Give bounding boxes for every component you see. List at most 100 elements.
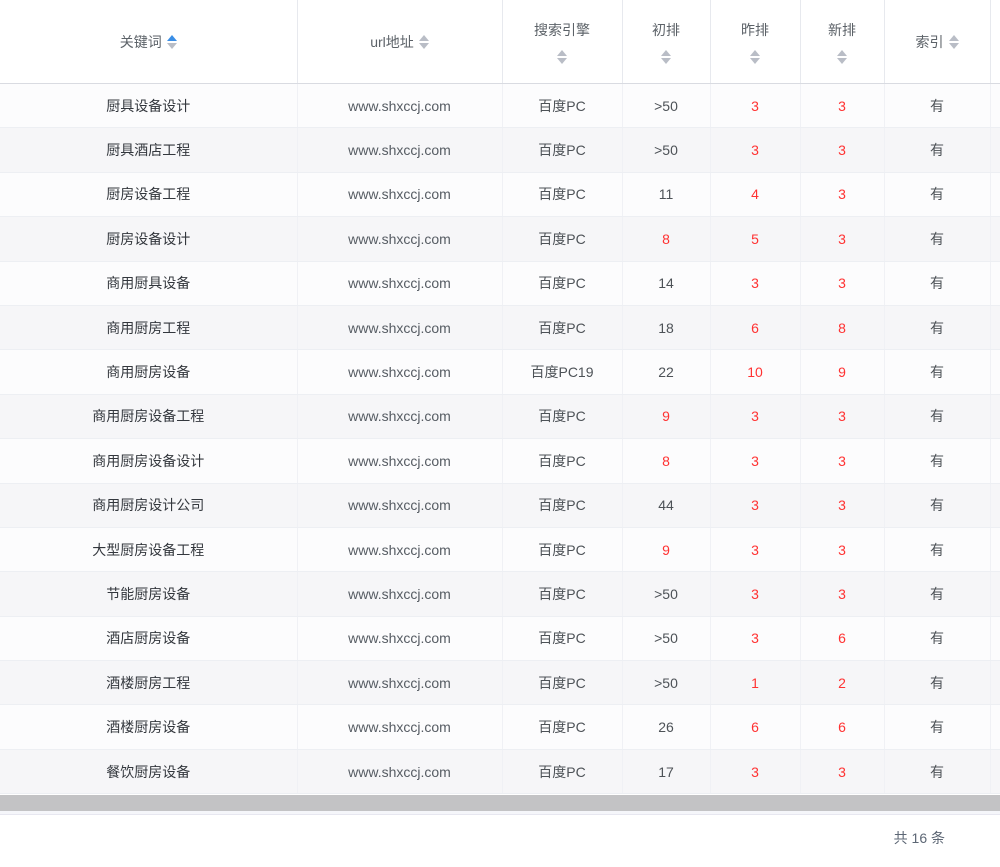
horizontal-scrollbar[interactable]: [0, 795, 1000, 811]
table-row: 厨具设备设计 www.shxccj.com 百度PC >50 3 3 有: [0, 84, 1000, 128]
cell-initial-rank: 8: [622, 217, 710, 261]
cell-url: www.shxccj.com: [297, 616, 502, 660]
cell-search-engine: 百度PC: [502, 527, 622, 571]
column-header-new-rank[interactable]: 新排: [800, 0, 884, 84]
sort-caret-icon: [419, 35, 429, 49]
cell-keyword: 商用厨房设计公司: [0, 483, 297, 527]
cell-keyword: 商用厨房设备设计: [0, 439, 297, 483]
cell-index-status: 有: [884, 705, 990, 749]
cell-keyword: 厨具酒店工程: [0, 128, 297, 172]
cell-search-engine: 百度PC19: [502, 350, 622, 394]
cell-search-engine: 百度PC: [502, 217, 622, 261]
cell-keyword: 餐饮厨房设备: [0, 749, 297, 793]
cell-yesterday-rank: 1: [710, 661, 800, 705]
cell-initial-rank: 44: [622, 483, 710, 527]
cell-search-engine: 百度PC: [502, 483, 622, 527]
cell-keyword: 酒店厨房设备: [0, 616, 297, 660]
keyword-rank-table: 关键词 url地址 搜索引擎: [0, 0, 1000, 794]
column-header-new-rank-label: 新排: [828, 20, 856, 40]
cell-index-status: 有: [884, 261, 990, 305]
cell-yesterday-rank: 6: [710, 305, 800, 349]
cell-index-status: 有: [884, 172, 990, 216]
table-row: 厨房设备工程 www.shxccj.com 百度PC 11 4 3 有: [0, 172, 1000, 216]
cell-url: www.shxccj.com: [297, 84, 502, 128]
cell-keyword: 商用厨房工程: [0, 305, 297, 349]
table-row: 商用厨房设计公司 www.shxccj.com 百度PC 44 3 3 有: [0, 483, 1000, 527]
cell-search-engine: 百度PC: [502, 705, 622, 749]
cell-initial-rank: 14: [622, 261, 710, 305]
cell-index-status: 有: [884, 572, 990, 616]
cell-keyword: 酒楼厨房工程: [0, 661, 297, 705]
cell-new-rank: 3: [800, 261, 884, 305]
cell-new-rank: 3: [800, 483, 884, 527]
row-overflow-cell: [990, 84, 1000, 128]
cell-new-rank: 6: [800, 705, 884, 749]
row-overflow-cell: [990, 394, 1000, 438]
row-overflow-cell: [990, 128, 1000, 172]
column-header-url[interactable]: url地址: [297, 0, 502, 84]
cell-search-engine: 百度PC: [502, 172, 622, 216]
column-header-engine-label: 搜索引擎: [534, 20, 590, 40]
table-row: 商用厨房工程 www.shxccj.com 百度PC 18 6 8 有: [0, 305, 1000, 349]
column-header-engine[interactable]: 搜索引擎: [502, 0, 622, 84]
column-header-keyword-label: 关键词: [120, 32, 162, 52]
cell-url: www.shxccj.com: [297, 217, 502, 261]
cell-search-engine: 百度PC: [502, 128, 622, 172]
cell-initial-rank: >50: [622, 128, 710, 172]
cell-initial-rank: >50: [622, 661, 710, 705]
cell-yesterday-rank: 3: [710, 749, 800, 793]
column-header-initial-rank[interactable]: 初排: [622, 0, 710, 84]
cell-yesterday-rank: 3: [710, 483, 800, 527]
cell-search-engine: 百度PC: [502, 616, 622, 660]
cell-keyword: 酒楼厨房设备: [0, 705, 297, 749]
table-row: 商用厨房设备工程 www.shxccj.com 百度PC 9 3 3 有: [0, 394, 1000, 438]
cell-initial-rank: >50: [622, 84, 710, 128]
column-header-index[interactable]: 索引: [884, 0, 990, 84]
cell-initial-rank: 8: [622, 439, 710, 483]
column-header-yesterday-rank[interactable]: 昨排: [710, 0, 800, 84]
cell-url: www.shxccj.com: [297, 439, 502, 483]
table-row: 酒楼厨房工程 www.shxccj.com 百度PC >50 1 2 有: [0, 661, 1000, 705]
cell-index-status: 有: [884, 128, 990, 172]
cell-yesterday-rank: 10: [710, 350, 800, 394]
cell-yesterday-rank: 3: [710, 128, 800, 172]
cell-index-status: 有: [884, 527, 990, 571]
column-header-index-label: 索引: [916, 32, 944, 52]
table-row: 酒楼厨房设备 www.shxccj.com 百度PC 26 6 6 有: [0, 705, 1000, 749]
cell-url: www.shxccj.com: [297, 128, 502, 172]
cell-index-status: 有: [884, 394, 990, 438]
table-body: 厨具设备设计 www.shxccj.com 百度PC >50 3 3 有 厨具酒…: [0, 84, 1000, 794]
column-header-initial-rank-label: 初排: [652, 20, 680, 40]
cell-yesterday-rank: 3: [710, 439, 800, 483]
sort-caret-icon: [167, 35, 177, 49]
cell-search-engine: 百度PC: [502, 749, 622, 793]
cell-yesterday-rank: 6: [710, 705, 800, 749]
column-header-url-label: url地址: [370, 32, 414, 52]
cell-keyword: 节能厨房设备: [0, 572, 297, 616]
cell-index-status: 有: [884, 616, 990, 660]
cell-search-engine: 百度PC: [502, 439, 622, 483]
cell-url: www.shxccj.com: [297, 749, 502, 793]
cell-url: www.shxccj.com: [297, 527, 502, 571]
column-header-keyword[interactable]: 关键词: [0, 0, 297, 84]
sort-caret-icon: [661, 50, 671, 64]
cell-search-engine: 百度PC: [502, 661, 622, 705]
table-row: 商用厨房设备 www.shxccj.com 百度PC19 22 10 9 有: [0, 350, 1000, 394]
cell-index-status: 有: [884, 84, 990, 128]
cell-keyword: 商用厨具设备: [0, 261, 297, 305]
row-overflow-cell: [990, 305, 1000, 349]
cell-keyword: 商用厨房设备: [0, 350, 297, 394]
cell-search-engine: 百度PC: [502, 394, 622, 438]
cell-yesterday-rank: 3: [710, 527, 800, 571]
cell-index-status: 有: [884, 483, 990, 527]
total-count: 共 16 条: [894, 830, 945, 846]
table-footer: 共 16 条: [0, 815, 1000, 848]
cell-initial-rank: 17: [622, 749, 710, 793]
cell-new-rank: 3: [800, 128, 884, 172]
row-overflow-cell: [990, 661, 1000, 705]
cell-initial-rank: 11: [622, 172, 710, 216]
cell-new-rank: 3: [800, 749, 884, 793]
row-overflow-cell: [990, 527, 1000, 571]
cell-yesterday-rank: 4: [710, 172, 800, 216]
cell-keyword: 大型厨房设备工程: [0, 527, 297, 571]
